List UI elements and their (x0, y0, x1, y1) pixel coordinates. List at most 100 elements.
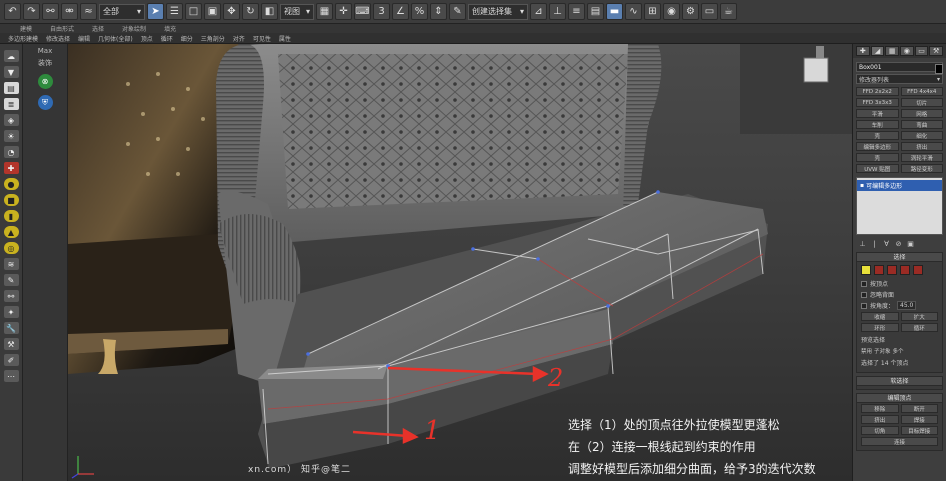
space-warp-icon[interactable]: ≋ (3, 258, 19, 270)
percent-snap-icon[interactable]: % (411, 3, 428, 20)
remove-modifier-icon[interactable]: ⊘ (894, 240, 903, 249)
display-list-icon[interactable]: ▤ (3, 82, 19, 94)
border-mode-icon[interactable] (887, 265, 897, 275)
ribbon-toggle-icon[interactable]: ▬ (606, 3, 623, 20)
polygon-mode-icon[interactable] (900, 265, 910, 275)
ribbon-subtab-align[interactable]: 对齐 (233, 34, 245, 43)
modifier-button[interactable]: 平滑 (856, 109, 899, 118)
layer-manager-icon[interactable]: ≡ (568, 3, 585, 20)
ribbon-tab-modeling[interactable]: 建模 (20, 24, 32, 33)
display-tab-icon[interactable]: ▭ (914, 46, 929, 56)
by-vertex-checkbox[interactable] (861, 280, 867, 287)
object-color-swatch[interactable] (935, 64, 943, 74)
preview-subobj-radio[interactable]: 子对象 (874, 347, 891, 355)
modifier-list-dropdown[interactable]: 修改器列表 ▾ (856, 74, 943, 84)
link-icon[interactable]: ⚯ (42, 3, 59, 20)
helpers-icon[interactable]: ✚ (3, 162, 19, 174)
show-end-result-icon[interactable]: | (870, 240, 879, 249)
vertex-mode-icon[interactable] (861, 265, 871, 275)
unlink-icon[interactable]: ⚮ (61, 3, 78, 20)
lights-icon[interactable]: ☀ (3, 130, 19, 142)
rotate-icon[interactable]: ↻ (242, 3, 259, 20)
modifier-button[interactable]: FFD 3x3x3 (856, 98, 899, 107)
pivot-center-icon[interactable]: ▦ (316, 3, 333, 20)
ribbon-tab-object-paint[interactable]: 对象绘制 (122, 24, 146, 33)
window-crossing-icon[interactable]: ▣ (204, 3, 221, 20)
shrink-button[interactable]: 收缩 (861, 312, 899, 321)
selection-filter-dropdown[interactable]: 全部 ▾ (99, 3, 145, 20)
freeze-toggle-icon[interactable]: ⊗ (37, 74, 53, 89)
cameras-icon[interactable]: ◔ (3, 146, 19, 158)
select-object-icon[interactable]: ➤ (147, 3, 164, 20)
modifier-button[interactable]: FFD 4x4x4 (900, 87, 943, 96)
shield-icon[interactable]: ⛨ (37, 95, 53, 110)
modifier-button[interactable]: 切片 (900, 98, 943, 107)
scene-explorer-icon[interactable]: ▤ (587, 3, 604, 20)
edit-vertices-header[interactable]: 编辑顶点 (857, 394, 942, 403)
align-icon[interactable]: ⊥ (549, 3, 566, 20)
ribbon-subtab-edit[interactable]: 编辑 (78, 34, 90, 43)
ignore-backfacing-option[interactable]: 忽略背面 (857, 289, 942, 300)
ribbon-subtab-loops[interactable]: 循环 (161, 34, 173, 43)
rendered-frame-icon[interactable]: ▭ (701, 3, 718, 20)
wrench-icon[interactable]: 🔧 (3, 322, 19, 334)
hierarchy-tab-icon[interactable]: ▦ (885, 46, 900, 56)
scale-icon[interactable]: ◧ (261, 3, 278, 20)
modifier-button[interactable]: 路径变形 (900, 164, 943, 173)
pin-stack-icon[interactable]: ⊥ (858, 240, 867, 249)
modifier-button[interactable]: 车削 (856, 120, 899, 129)
configure-sets-icon[interactable]: ▣ (906, 240, 915, 249)
modifier-button[interactable]: FFD 2x2x2 (856, 87, 899, 96)
keyboard-shortcut-icon[interactable]: ⌨ (354, 3, 371, 20)
by-angle-option[interactable]: 按角度： 45.0 (857, 300, 942, 311)
scene-explorer-icon[interactable]: ☁ (3, 50, 19, 62)
by-vertex-option[interactable]: 按顶点 (857, 278, 942, 289)
motion-tab-icon[interactable]: ◉ (900, 46, 914, 56)
selection-rollout-header[interactable]: 选择 (857, 253, 942, 262)
geometry-cylinder-icon[interactable]: ▮ (3, 210, 19, 222)
object-name-field[interactable]: Box001 (856, 62, 943, 72)
tools-icon[interactable]: ⚒ (3, 338, 19, 350)
ribbon-subtab-modify-selection[interactable]: 修改选择 (46, 34, 70, 43)
modifier-button[interactable]: UVW 贴图 (856, 164, 899, 173)
edit-named-selection-icon[interactable]: ✎ (449, 3, 466, 20)
by-angle-spinner[interactable]: 45.0 (897, 301, 917, 310)
loop-button[interactable]: 循环 (900, 323, 938, 332)
render-setup-icon[interactable]: ⚙ (682, 3, 699, 20)
mirror-icon[interactable]: ⊿ (530, 3, 547, 20)
ignore-backfacing-checkbox[interactable] (861, 291, 867, 298)
modifier-button[interactable]: 细化 (900, 131, 943, 140)
modifier-button[interactable]: 挤出 (900, 142, 943, 151)
snap-toggle-icon[interactable]: 3 (373, 3, 390, 20)
geometry-box-icon[interactable]: ■ (3, 194, 19, 206)
geometry-torus-icon[interactable]: ◎ (3, 242, 19, 254)
spinner-snap-icon[interactable]: ⇕ (430, 3, 447, 20)
link-tool-icon[interactable]: ⚯ (3, 290, 19, 302)
paint-icon[interactable]: ✐ (3, 354, 19, 366)
filter-icon[interactable]: ▼ (3, 66, 19, 78)
modifier-button[interactable]: 壳 (856, 153, 899, 162)
preview-multi-radio[interactable]: 多个 (893, 347, 904, 355)
ribbon-subtab-visibility[interactable]: 可见性 (253, 34, 271, 43)
break-button[interactable]: 断开 (900, 404, 938, 413)
modifier-button[interactable]: 网格 (900, 109, 943, 118)
systems-icon[interactable]: ✎ (3, 274, 19, 286)
named-selection-dropdown[interactable]: 创建选择集 ▾ (468, 3, 528, 20)
grow-button[interactable]: 扩大 (900, 312, 938, 321)
target-weld-button[interactable]: 目标焊接 (900, 426, 938, 435)
select-by-name-icon[interactable]: ☰ (166, 3, 183, 20)
bind-space-warp-icon[interactable]: ≈ (80, 3, 97, 20)
material-editor-icon[interactable]: ◉ (663, 3, 680, 20)
soft-selection-header[interactable]: 软选择 (857, 377, 942, 386)
chamfer-button[interactable]: 切角 (861, 426, 899, 435)
ribbon-subtab-vertices[interactable]: 顶点 (141, 34, 153, 43)
hierarchy-icon[interactable]: ≣ (3, 98, 19, 110)
angle-snap-icon[interactable]: ∠ (392, 3, 409, 20)
shapes-icon[interactable]: ◈ (3, 114, 19, 126)
by-angle-checkbox[interactable] (861, 302, 867, 309)
utilities-tab-icon[interactable]: ⚒ (929, 46, 944, 56)
curve-editor-icon[interactable]: ∿ (625, 3, 642, 20)
ribbon-tab-freeform[interactable]: 自由形式 (50, 24, 74, 33)
particles-icon[interactable]: ✦ (3, 306, 19, 318)
perspective-viewport[interactable]: 2 1 选择（1）处的顶点往外拉使模型更蓬松 在（2）连接一根线起到约束的作用 … (68, 44, 852, 481)
